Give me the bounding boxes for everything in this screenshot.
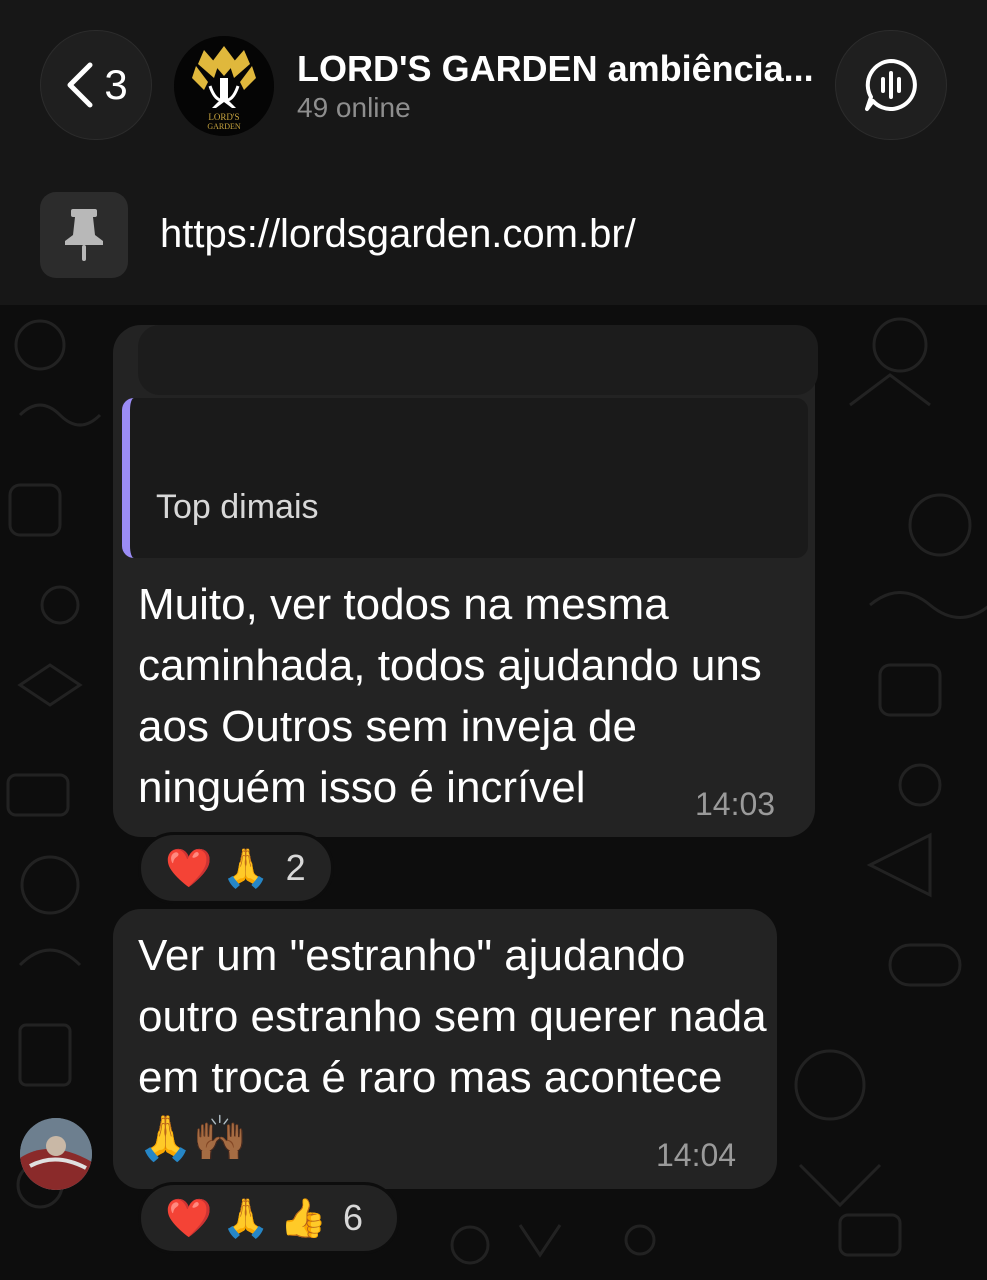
avatar-image <box>20 1118 92 1190</box>
pin-icon <box>65 209 103 261</box>
chat-header: 3 LORD'S GARDEN LORD'S GARDEN ambiência.… <box>0 0 987 305</box>
heart-reaction-icon: ❤️ <box>165 845 213 890</box>
group-avatar[interactable]: LORD'S GARDEN <box>174 36 274 136</box>
voice-chat-button[interactable] <box>835 30 947 140</box>
message-time: 14:03 <box>695 786 776 822</box>
chevron-left-icon <box>67 62 93 108</box>
unread-count: 3 <box>104 61 128 108</box>
group-title[interactable]: LORD'S GARDEN ambiência... <box>297 48 814 90</box>
pin-button[interactable] <box>40 192 128 278</box>
pinned-message[interactable]: https://lordsgarden.com.br/ <box>160 212 636 257</box>
message-text: Ver um "estranho" ajudando outro estranh… <box>138 931 767 1163</box>
pray-reaction-icon: 🙏 <box>222 1195 270 1240</box>
redacted-sender <box>138 325 818 395</box>
lords-garden-logo: LORD'S GARDEN <box>174 36 274 136</box>
heart-reaction-icon: ❤️ <box>165 1195 213 1240</box>
reply-quote-text: Top dimais <box>156 488 319 526</box>
message-text: Muito, ver todos na mesma caminhada, tod… <box>138 580 762 812</box>
svg-text:LORD'S: LORD'S <box>208 112 239 122</box>
reactions-bar[interactable]: ❤️ 🙏 👍 6 <box>138 1182 400 1254</box>
online-status: 49 online <box>297 92 411 123</box>
reply-quote[interactable] <box>122 398 808 558</box>
voice-chat-icon <box>865 59 917 111</box>
pray-reaction-icon: 🙏 <box>222 845 270 890</box>
sender-avatar[interactable] <box>20 1118 92 1190</box>
svg-text:GARDEN: GARDEN <box>207 122 241 131</box>
reactions-bar[interactable]: ❤️ 🙏 2 <box>138 832 334 904</box>
message-time: 14:04 <box>656 1137 737 1173</box>
thumbs-up-reaction-icon: 👍 <box>279 1195 327 1240</box>
reaction-count: 6 <box>342 1197 364 1238</box>
back-button[interactable]: 3 <box>40 30 152 140</box>
reaction-count: 2 <box>285 847 306 888</box>
